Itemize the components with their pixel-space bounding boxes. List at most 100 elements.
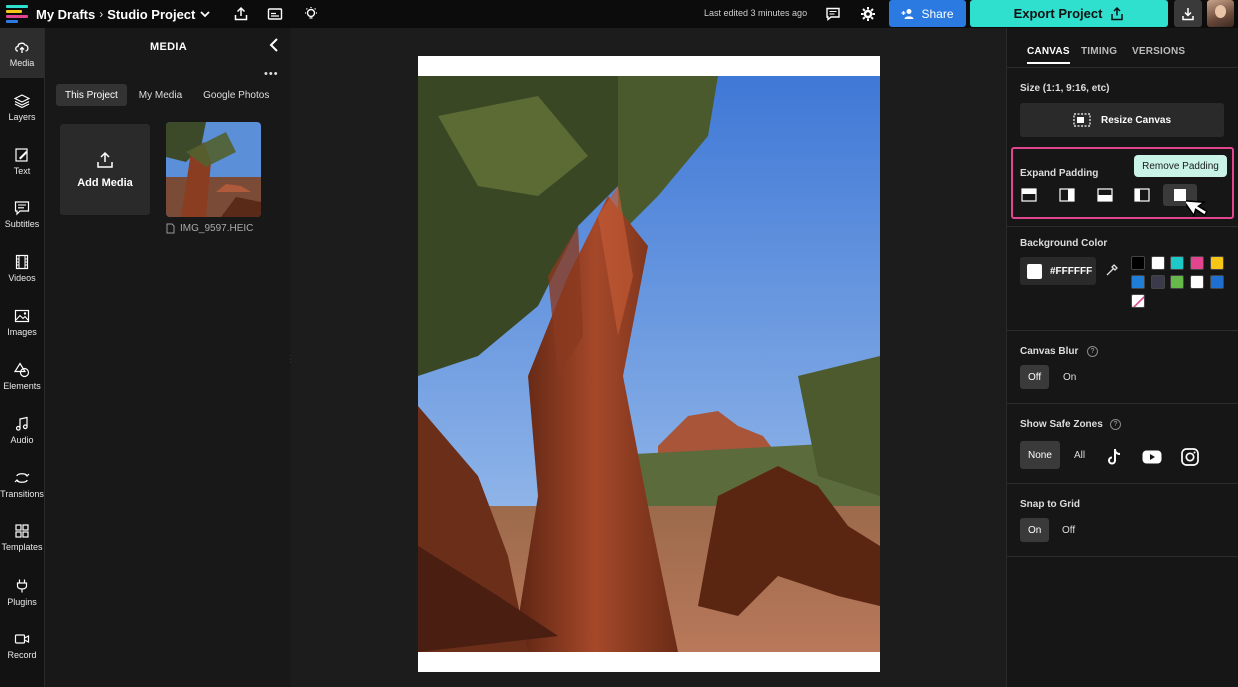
safe-zone-all-toggle[interactable]: All xyxy=(1066,443,1093,467)
resize-canvas-button[interactable]: Resize Canvas xyxy=(1020,103,1224,137)
lightbulb-icon[interactable] xyxy=(299,2,323,26)
section-divider xyxy=(1007,330,1238,331)
properties-panel: CANVAS TIMING VERSIONS Size (1:1, 9:16, … xyxy=(1006,28,1238,687)
rail-item-record[interactable]: Record xyxy=(0,620,44,670)
padding-left-icon xyxy=(1134,188,1150,202)
swatch-yellow[interactable] xyxy=(1210,256,1224,270)
image-icon xyxy=(14,309,30,322)
tab-versions[interactable]: VERSIONS xyxy=(1132,46,1185,57)
blur-on-toggle[interactable]: On xyxy=(1055,365,1084,389)
rail-item-audio[interactable]: Audio xyxy=(0,405,44,455)
subtitles-icon xyxy=(14,200,30,215)
app-logo[interactable] xyxy=(0,0,32,28)
upload-icon[interactable] xyxy=(229,2,253,26)
help-icon[interactable]: ? xyxy=(1110,419,1121,430)
safe-zone-none-toggle[interactable]: None xyxy=(1020,441,1060,469)
app-root: My Drafts › Studio Project Last edited 3… xyxy=(0,0,1238,687)
shapes-icon xyxy=(14,361,30,377)
rail-item-layers[interactable]: Layers xyxy=(0,82,44,132)
rail-item-elements[interactable]: Elements xyxy=(0,351,44,401)
safe-zones-label: Show Safe Zones xyxy=(1020,419,1103,430)
swatch-royal-blue[interactable] xyxy=(1210,275,1224,289)
swatch-green[interactable] xyxy=(1170,275,1184,289)
media-tabs: This Project My Media Google Photos xyxy=(56,84,278,106)
rail-label-plugins: Plugins xyxy=(7,596,37,607)
more-options-icon[interactable]: ••• xyxy=(264,68,279,80)
youtube-icon[interactable] xyxy=(1142,447,1162,467)
rail-label-record: Record xyxy=(7,649,37,660)
tiktok-icon[interactable] xyxy=(1104,447,1124,467)
project-canvas[interactable] xyxy=(418,56,880,672)
rail-label-elements: Elements xyxy=(3,380,41,391)
canvas-photo[interactable] xyxy=(418,76,880,652)
padding-left-option[interactable] xyxy=(1132,185,1152,205)
transition-icon xyxy=(14,472,30,483)
swatch-transparent[interactable] xyxy=(1131,294,1145,308)
comment-icon[interactable] xyxy=(821,2,845,26)
download-icon xyxy=(1182,7,1194,20)
chevron-down-icon[interactable] xyxy=(199,8,211,20)
rail-item-text[interactable]: Text xyxy=(0,136,44,186)
share-button[interactable]: Share xyxy=(889,0,966,27)
swatch-blue[interactable] xyxy=(1131,275,1145,289)
blur-off-toggle[interactable]: Off xyxy=(1020,365,1050,389)
rail-item-subtitles[interactable]: Subtitles xyxy=(0,189,44,239)
collapse-panel-icon[interactable] xyxy=(267,37,281,53)
background-color-value: #FFFFFF xyxy=(1050,265,1093,277)
mouse-pointer-icon xyxy=(1186,199,1208,218)
snap-off-toggle[interactable]: Off xyxy=(1054,518,1083,542)
swatch-teal[interactable] xyxy=(1170,256,1184,270)
tab-google-photos[interactable]: Google Photos xyxy=(194,84,278,106)
rail-item-transitions[interactable]: Transitions xyxy=(0,459,44,509)
remove-padding-tooltip: Remove Padding xyxy=(1134,155,1227,177)
breadcrumb: My Drafts › Studio Project xyxy=(36,7,211,22)
gear-icon[interactable] xyxy=(856,2,880,26)
rail-item-templates[interactable]: Templates xyxy=(0,512,44,562)
tab-canvas[interactable]: CANVAS xyxy=(1027,46,1070,64)
padding-top-bottom-option[interactable] xyxy=(1019,185,1039,205)
rail-label-text: Text xyxy=(13,165,31,176)
transparent-icon xyxy=(1132,295,1144,307)
captions-icon[interactable] xyxy=(263,2,287,26)
resize-canvas-label: Resize Canvas xyxy=(1100,114,1172,126)
project-name[interactable]: Studio Project xyxy=(107,7,195,22)
canvas-blur-label: Canvas Blur xyxy=(1020,346,1079,357)
download-button[interactable] xyxy=(1174,0,1202,27)
instagram-icon[interactable] xyxy=(1180,447,1200,467)
share-label: Share xyxy=(921,6,954,21)
rail-item-plugins[interactable]: Plugins xyxy=(0,567,44,617)
rail-label-subtitles: Subtitles xyxy=(4,218,40,229)
rail-label-transitions: Transitions xyxy=(0,488,44,499)
padding-left-right-option[interactable] xyxy=(1057,185,1077,205)
left-rail: Media Layers Text Subtitles Videos Image… xyxy=(0,28,44,687)
properties-tabs: CANVAS TIMING VERSIONS xyxy=(1007,28,1238,68)
camera-icon xyxy=(14,633,30,644)
swatch-pink[interactable] xyxy=(1190,256,1204,270)
swatch-black[interactable] xyxy=(1131,256,1145,270)
breadcrumb-my-drafts[interactable]: My Drafts xyxy=(36,7,95,22)
add-media-button[interactable]: Add Media xyxy=(60,124,150,215)
tab-my-media[interactable]: My Media xyxy=(130,84,191,106)
media-file-name: IMG_9597.HEIC xyxy=(166,223,253,234)
media-thumbnail[interactable] xyxy=(166,122,261,217)
snap-on-toggle[interactable]: On xyxy=(1020,518,1050,542)
export-project-button[interactable]: Export Project xyxy=(970,0,1168,27)
section-divider xyxy=(1007,556,1238,557)
rail-label-videos: Videos xyxy=(8,272,36,283)
help-icon[interactable]: ? xyxy=(1087,346,1098,357)
swatch-white-2[interactable] xyxy=(1190,275,1204,289)
top-bar: My Drafts › Studio Project Last edited 3… xyxy=(0,0,1238,28)
background-color-picker[interactable]: #FFFFFF xyxy=(1020,257,1096,285)
tab-timing[interactable]: TIMING xyxy=(1081,46,1117,57)
padding-bottom-option[interactable] xyxy=(1095,185,1115,205)
eyedropper-icon[interactable] xyxy=(1105,263,1119,277)
tab-this-project[interactable]: This Project xyxy=(56,84,127,106)
expand-padding-label: Expand Padding xyxy=(1020,168,1099,179)
user-avatar[interactable] xyxy=(1207,0,1234,27)
rail-item-images[interactable]: Images xyxy=(0,297,44,347)
rail-item-videos[interactable]: Videos xyxy=(0,243,44,293)
export-label: Export Project xyxy=(1013,6,1103,21)
rail-item-media[interactable]: Media xyxy=(0,28,44,78)
swatch-slate[interactable] xyxy=(1151,275,1165,289)
swatch-white[interactable] xyxy=(1151,256,1165,270)
